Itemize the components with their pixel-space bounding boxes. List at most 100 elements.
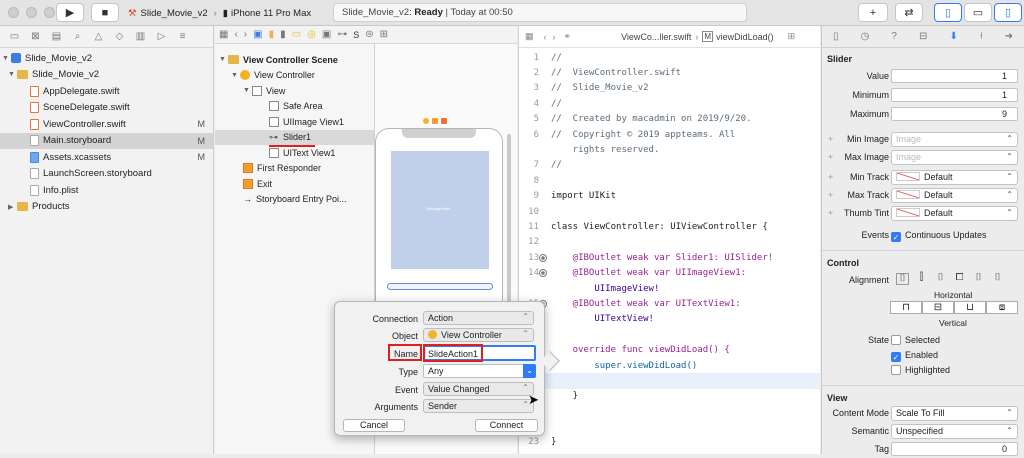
cancel-button[interactable]: Cancel [343,419,405,432]
report-icon[interactable]: ≡ [172,31,193,42]
grid-icon[interactable]: ▦ [525,31,534,42]
controller-dock-icon[interactable] [423,118,429,124]
disclosure-open-icon[interactable]: ▼ [8,71,17,78]
code-line[interactable]: rights reserved. [519,142,820,157]
align-middle-icon[interactable]: ⊟ [922,301,954,314]
toggle-debug-button[interactable]: ▭ [964,3,992,22]
library-button[interactable]: + [858,3,888,22]
align-right-icon[interactable]: ⌷ [934,273,947,285]
add-editor-icon[interactable]: ⊞ [788,31,796,42]
align-center-icon[interactable]: ⫿ [915,273,928,285]
history-icon[interactable]: ◷ [861,31,870,42]
related-icon[interactable]: ⚭ [564,31,572,42]
help-icon[interactable]: ? [891,31,897,42]
list-item[interactable]: ▼ Slide_Movie_v2 [0,50,213,67]
align-vfill-icon[interactable]: ⧈ [986,301,1018,314]
folder-icon[interactable]: ▭ [4,31,25,42]
run-button[interactable]: ▶ [56,3,84,22]
align-bottom-icon[interactable]: ⊔ [954,301,986,314]
code-line[interactable]: 14 @IBOutlet weak var UIImageView1: [519,265,820,280]
code-line[interactable]: 12 [519,235,820,250]
list-item[interactable]: LaunchScreen.storyboard [0,166,213,183]
jump-file[interactable]: ViewCo...ller.swift [621,32,691,42]
code-line[interactable]: 10 [519,204,820,219]
code-line[interactable]: UITextView! [519,312,820,327]
value-field[interactable]: 1 [891,69,1018,83]
close-window-button[interactable] [8,7,19,18]
min-track-popup[interactable]: Default [891,170,1018,185]
toggle-inspector-button[interactable]: ▯ [994,3,1022,22]
responder-dock-icon[interactable] [432,118,438,124]
disclosure-open-icon[interactable]: ▼ [243,87,252,94]
event-popup[interactable]: Value Changed [423,382,534,396]
source-control-icon[interactable]: ⊠ [25,31,46,42]
continuous-updates-checkbox[interactable]: ✓ Continuous Updates [891,230,987,242]
exit-dock-icon[interactable] [441,118,447,124]
forward-icon[interactable]: › [553,32,556,42]
list-item[interactable]: Assets.xcassets M [0,149,213,166]
image-view[interactable]: UIImageView [391,151,489,269]
outline-item[interactable]: ▼ View Controller [215,68,374,84]
list-item[interactable]: SceneDelegate.swift [0,100,213,117]
list-item[interactable]: ▶ Products [0,199,213,216]
outline-item[interactable]: UIText View1 [215,145,374,161]
list-item[interactable]: ViewController.swift M [0,116,213,133]
align-leading-icon[interactable]: ⌷ [972,273,985,285]
connection-popup[interactable]: Action [423,311,534,325]
thumb-tint-popup[interactable]: Default [891,206,1018,221]
arguments-popup[interactable]: Sender [423,399,534,413]
adjust-editor-icon[interactable]: ⊜ [365,29,373,40]
outline-item[interactable]: UIImage View1 [215,114,374,130]
align-top-icon[interactable]: ⊓ [890,301,922,314]
align-fill-icon[interactable]: ⧠ [953,273,966,285]
project-icon[interactable]: ▣ [253,29,262,40]
maximum-field[interactable]: 9 [891,107,1018,121]
disclosure-closed-icon[interactable]: ▶ [8,203,17,211]
code-line[interactable]: 23} [519,435,820,450]
outline-item[interactable]: ⊶ Slider1 [215,129,374,147]
disclosure-open-icon[interactable]: ▼ [219,56,228,63]
breakpoint-icon[interactable]: ▷ [151,31,172,42]
outline-item[interactable]: Exit [215,176,374,192]
list-item[interactable]: ▼ Slide_Movie_v2 [0,67,213,84]
breadcrumb-last[interactable]: S [353,30,359,40]
code-line[interactable]: 22 [519,419,820,434]
code-line[interactable]: 11 class ViewController: UIViewController… [519,219,820,234]
code-line[interactable]: 13 @IBOutlet weak var Slider1: UISlider! [519,250,820,265]
forward-icon[interactable]: › [244,29,247,40]
code-line[interactable]: 20 } [519,389,820,404]
connect-button[interactable]: Connect [475,419,538,432]
max-track-popup[interactable]: Default [891,188,1018,203]
folder-icon[interactable]: ▮ [269,29,275,40]
scene-icon[interactable]: ▭ [292,29,301,40]
plus-icon[interactable]: + [828,172,833,182]
object-popup[interactable]: View Controller [423,328,534,342]
outlet-connection-icon[interactable] [539,253,547,262]
plus-icon[interactable]: + [828,152,833,162]
disclosure-open-icon[interactable]: ▼ [2,55,11,62]
code-line[interactable]: 1 // [519,50,820,65]
code-line[interactable]: 21 [519,404,820,419]
plus-icon[interactable]: + [828,190,833,200]
code-lines[interactable]: 1 // 2 // ViewController.swift 3 // Slide_Mov… [519,48,820,450]
code-line[interactable]: 15 @IBOutlet weak var UITextView1: [519,296,820,311]
max-image-combo[interactable]: Image [891,150,1018,165]
jump-symbol[interactable]: viewDidLoad() [716,32,774,42]
enabled-checkbox[interactable]: ✓ Enabled [891,350,938,362]
list-item[interactable]: AppDelegate.swift [0,83,213,100]
slider[interactable] [387,283,493,290]
outline-item[interactable]: ▼ View [215,83,374,99]
code-line[interactable]: 9 import UIKit [519,189,820,204]
toggle-navigator-button[interactable]: ▯ [934,3,962,22]
code-line[interactable]: 16 [519,327,820,342]
storyboard-icon[interactable]: ▮ [280,29,286,40]
test-icon[interactable]: ◇ [109,31,130,42]
back-icon[interactable]: ‹ [544,32,547,42]
controller-icon[interactable]: ◎ [307,29,316,40]
stop-button[interactable]: ■ [91,3,119,22]
code-line[interactable]: 17 override func viewDidLoad() { [519,342,820,357]
list-item[interactable]: Main.storyboard M [0,132,213,149]
zoom-window-button[interactable] [44,7,55,18]
slider-icon[interactable]: ⊶ [337,29,347,40]
find-icon[interactable]: ⌕ [67,31,88,42]
